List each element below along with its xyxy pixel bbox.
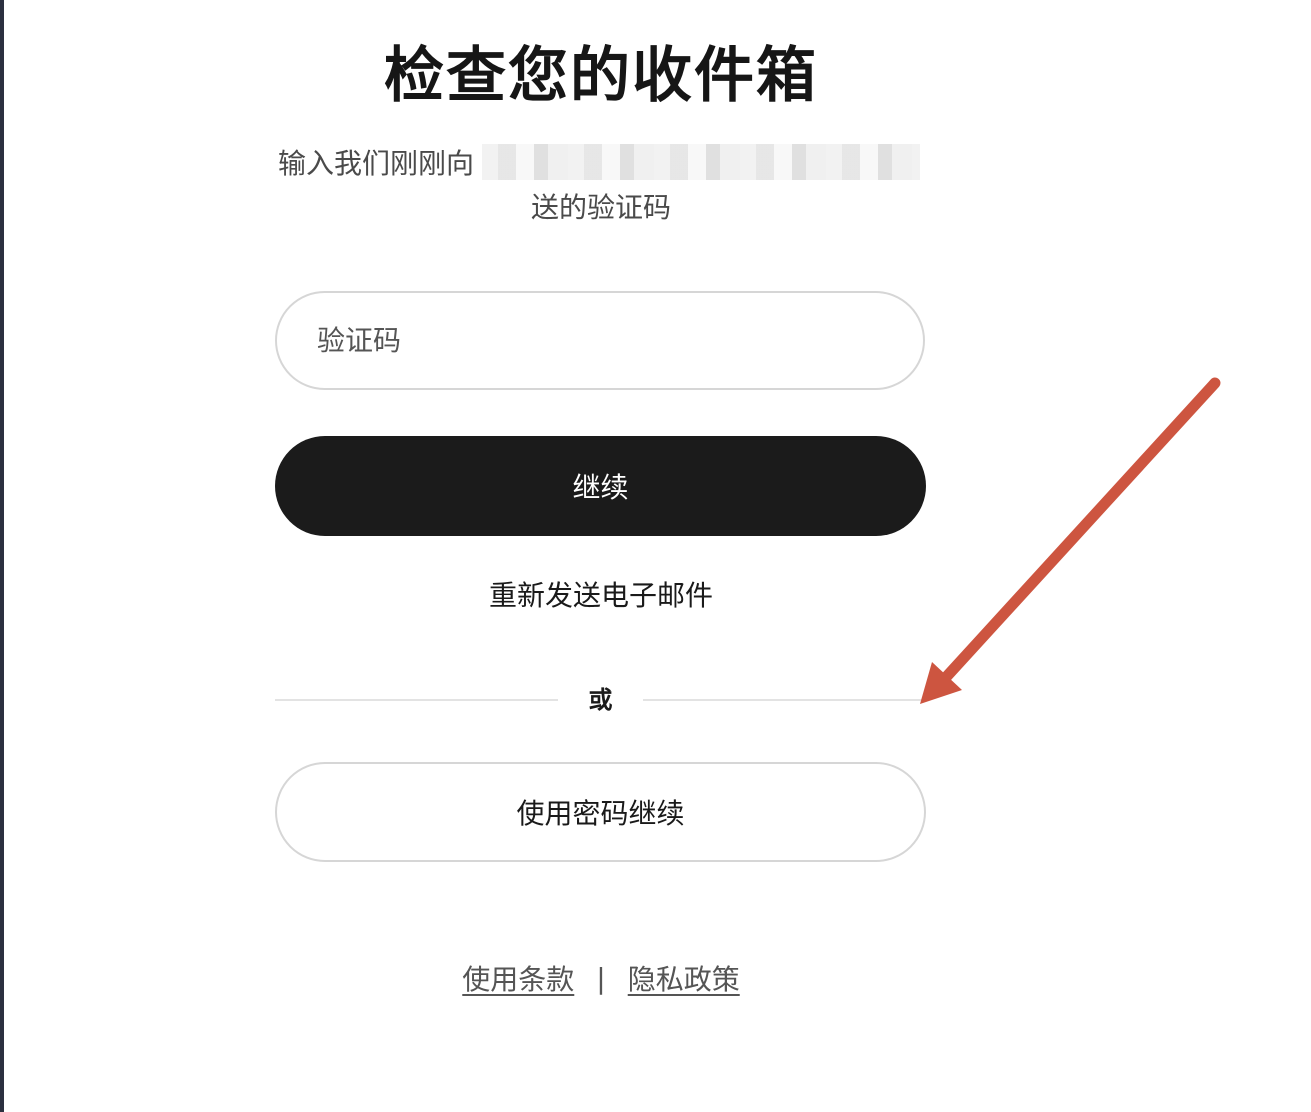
verification-page: 检查您的收件箱 输入我们刚刚向 送的验证码 继续 重新发送电子邮件 或 使用密码…	[0, 0, 1311, 1112]
footer-separator: |	[596, 961, 606, 995]
terms-of-use-link[interactable]: 使用条款	[462, 958, 574, 998]
page-title: 检查您的收件箱	[384, 41, 818, 111]
divider-line-right	[643, 699, 926, 701]
continue-button[interactable]: 继续	[275, 436, 926, 536]
verification-code-input[interactable]	[277, 293, 923, 388]
code-field-container	[275, 291, 925, 390]
subtitle-suffix: 送的验证码	[530, 191, 671, 224]
subtitle-prefix: 输入我们刚刚向	[278, 147, 475, 180]
footer-links: 使用条款 | 隐私政策	[0, 956, 1202, 1000]
continue-with-password-button[interactable]: 使用密码继续	[275, 762, 926, 862]
or-divider: 或	[275, 680, 926, 720]
subtitle-line: 输入我们刚刚向	[278, 140, 921, 184]
resend-email-link[interactable]: 重新发送电子邮件	[0, 574, 1202, 618]
divider-line-left	[275, 699, 558, 701]
divider-label: 或	[588, 686, 613, 714]
window-edge	[0, 0, 4, 1112]
privacy-policy-link[interactable]: 隐私政策	[628, 958, 740, 998]
redacted-email	[482, 144, 921, 180]
